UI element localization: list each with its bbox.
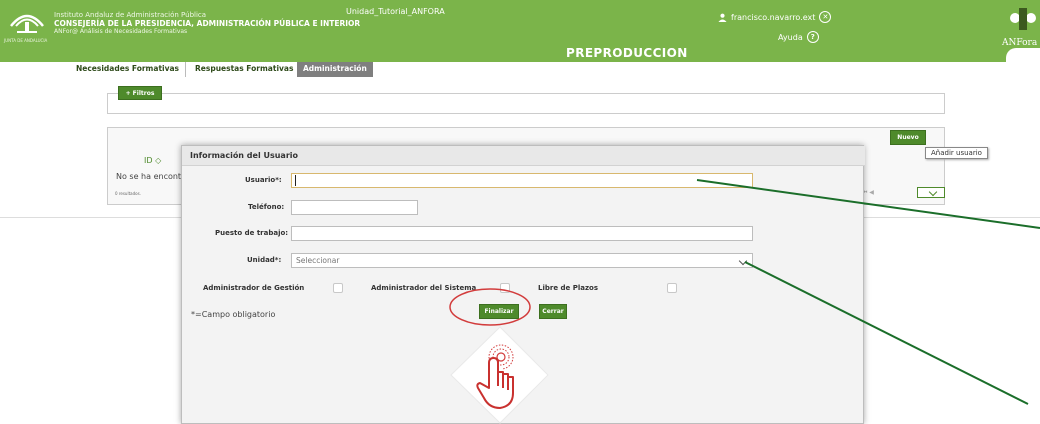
checkbox-label-libre-plazos: Libre de Plazos xyxy=(538,284,599,292)
unidad-select[interactable]: Seleccionar xyxy=(291,253,753,268)
puesto-input[interactable] xyxy=(291,226,753,241)
tab-administracion[interactable]: Administración xyxy=(297,62,373,77)
anfora-amphora-icon xyxy=(1010,8,1036,30)
finalizar-button[interactable]: Finalizar xyxy=(479,304,519,319)
checkbox-admin-gestion[interactable] xyxy=(333,283,343,293)
anfora-base-shape xyxy=(1006,48,1040,62)
current-unit: Unidad_Tutorial_ANFORA xyxy=(346,7,445,16)
consejeria-name: CONSEJERÍA DE LA PRESIDENCIA, ADMINISTRA… xyxy=(54,19,361,28)
filters-button[interactable]: + Filtros xyxy=(118,86,162,100)
text-caret xyxy=(295,175,296,186)
chevron-down-icon xyxy=(738,256,748,266)
usuario-label: Usuario*: xyxy=(245,176,282,184)
user-info-modal: Información del Usuario Usuario*: Teléfo… xyxy=(181,145,865,424)
user-menu[interactable]: francisco.navarro.ext ✕ xyxy=(718,11,832,23)
unidad-selected-value: Seleccionar xyxy=(296,256,340,265)
page-size-select[interactable] xyxy=(917,187,945,198)
chevron-down-icon xyxy=(928,187,938,197)
puesto-label: Puesto de trabajo: xyxy=(215,229,289,237)
cerrar-button[interactable]: Cerrar xyxy=(539,304,567,319)
junta-andalucia-logo xyxy=(10,14,44,33)
anfora-brand-text: ANFora xyxy=(1002,38,1038,48)
help-label: Ayuda xyxy=(778,32,803,42)
new-user-tooltip: Añadir usuario xyxy=(925,147,988,159)
required-note: *=Campo obligatorio xyxy=(191,310,276,319)
help-question-icon: ? xyxy=(806,31,819,43)
tab-respuestas-formativas[interactable]: Respuestas Formativas xyxy=(189,62,299,77)
modal-title: Información del Usuario xyxy=(190,151,299,160)
environment-label: PREPRODUCCION xyxy=(566,46,688,60)
id-column-header[interactable]: ID ◇ xyxy=(144,156,161,165)
checkbox-label-admin-sistema: Administrador del Sistema xyxy=(371,284,477,292)
username: francisco.navarro.ext xyxy=(731,12,816,22)
user-icon xyxy=(718,13,727,22)
no-results-message: No se ha encontr xyxy=(116,172,185,181)
new-user-button[interactable]: Nuevo xyxy=(890,130,926,145)
results-count: 0 resultados. xyxy=(115,191,141,196)
page: JUNTA DE ANDALUCIA Instituto Andaluz de … xyxy=(0,0,1040,424)
institute-name: Instituto Andaluz de Administración Públ… xyxy=(54,11,207,19)
checkbox-label-admin-gestion: Administrador de Gestión xyxy=(203,284,305,292)
filters-panel xyxy=(107,93,945,114)
usuario-input[interactable] xyxy=(291,173,753,188)
checkbox-libre-plazos[interactable] xyxy=(667,283,677,293)
unidad-label: Unidad*: xyxy=(247,256,282,264)
logo-caption: JUNTA DE ANDALUCIA xyxy=(4,38,48,43)
modal-header: Información del Usuario xyxy=(182,146,865,166)
app-subtitle: ANFor@ Análisis de Necesidades Formativa… xyxy=(54,28,188,35)
logout-close-icon[interactable]: ✕ xyxy=(819,11,832,23)
telefono-input[interactable] xyxy=(291,200,418,215)
checkbox-admin-sistema[interactable] xyxy=(500,283,510,293)
tab-necesidades-formativas[interactable]: Necesidades Formativas xyxy=(70,62,187,77)
help-link[interactable]: Ayuda ? xyxy=(778,31,819,43)
telefono-label: Teléfono: xyxy=(248,203,285,211)
